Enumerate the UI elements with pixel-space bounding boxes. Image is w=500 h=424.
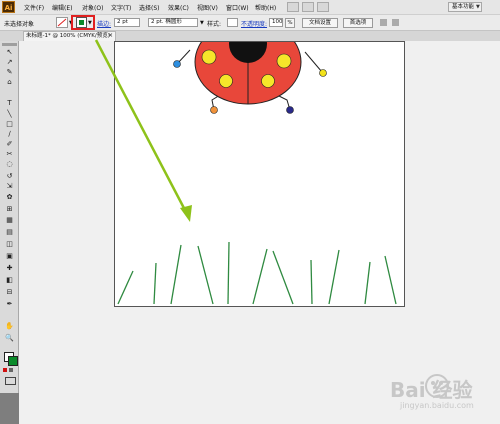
- watermark-text: Bai 经验: [390, 378, 473, 402]
- grass-strokes[interactable]: [117, 241, 397, 305]
- ladybug[interactable]: [173, 20, 327, 114]
- watermark-url: jingyan.baidu.com: [400, 401, 474, 410]
- artwork: [94, 20, 397, 305]
